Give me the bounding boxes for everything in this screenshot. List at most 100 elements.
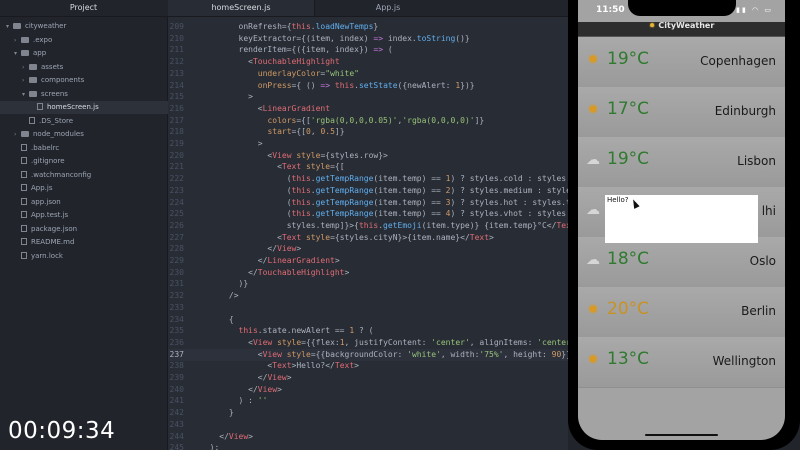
line-number: 239 [169,373,184,382]
code-line[interactable]: 213 underlayColor="white" [168,68,568,80]
tree-item[interactable]: yarn.lock [0,250,181,263]
line-number: 231 [169,279,184,289]
code-line[interactable]: 243 [168,419,568,431]
code-line[interactable]: 225 (this.getTempRange(item.temp) == 4) … [168,208,568,220]
code-line[interactable]: 209 onRefresh={this.loadNewTemps} [168,21,568,33]
code-line[interactable]: 214 onPress={ () => this.setState({newAl… [168,80,568,92]
code-text: styles.temp]}>{this.getEmoji(item.type)}… [200,220,568,230]
code-text: </View> [200,431,253,441]
code-line[interactable]: 240 </View> [168,384,568,396]
tree-item[interactable]: package.json [0,223,181,236]
city-row[interactable]: ☁ 18°C Oslo [578,237,785,288]
folder-icon [29,90,37,97]
line-number: 232 [169,291,184,301]
file-icon [21,143,27,151]
file-icon [21,211,27,218]
code-line[interactable]: 217 colors={['rgba(0,0,0,0.05)','rgba(0,… [168,115,568,127]
line-number: 245 [169,443,184,450]
code-line[interactable]: 215 > [168,91,568,103]
code-text: </View> [200,244,302,254]
code-line[interactable]: 241 ) : '' [168,395,568,407]
line-number: 228 [169,244,184,254]
line-number: 229 [169,256,184,265]
tree-item[interactable]: ▾ screens [0,88,189,101]
line-number: 234 [169,314,184,324]
home-indicator[interactable] [645,434,718,436]
line-number: 225 [169,209,184,219]
tree-item[interactable]: ▾ cityweather [0,20,173,33]
file-icon [29,116,35,124]
code-line[interactable]: 228 </View> [168,243,568,255]
tree-item[interactable]: › assets [0,61,189,74]
city-row[interactable]: ☁ 19°C Lisbon [578,137,785,188]
code-line[interactable]: 224 (this.getTempRange(item.temp) == 3) … [168,197,568,209]
code-line[interactable]: 216 <LinearGradient [168,103,568,115]
line-number: 242 [169,408,184,418]
file-icon [21,238,27,245]
code-line[interactable]: 232 /> [168,290,568,302]
code-line[interactable]: 230 </TouchableHighlight> [168,267,568,279]
tree-item[interactable]: › .expo [0,34,181,47]
file-icon [37,103,43,110]
tree-item-label: components [41,76,85,84]
tab-homescreen-js[interactable]: homeScreen.js [168,0,314,16]
code-line[interactable]: 242 } [168,407,568,419]
code-line[interactable]: 229 </LinearGradient> [168,255,568,267]
code-line[interactable]: 234 { [168,314,568,326]
tab-app-js[interactable]: App.js [314,0,461,16]
tree-item[interactable]: README.md [0,236,181,249]
code-line[interactable]: 223 (this.getTempRange(item.temp) == 2) … [168,185,568,197]
city-temp: 17°C [607,99,650,119]
tree-item-label: .DS_Store [39,116,74,125]
code-line[interactable]: 222 (this.getTempRange(item.temp) == 1) … [168,173,568,185]
tree-item-label: package.json [31,224,78,233]
city-row[interactable]: ✹ 17°C Edinburgh [578,87,785,138]
code-editor[interactable]: 209 onRefresh={this.loadNewTemps} 210 key… [168,17,568,450]
code-text: <Text style={[ [200,162,345,172]
app-title: ✹ CityWeather [578,22,785,30]
file-icon [21,251,27,259]
tree-item[interactable]: App.js [0,182,181,195]
code-line[interactable]: 212 <TouchableHighlight [168,56,568,68]
project-tree: ▾ cityweather › .expo ▾ app › assets › components… [0,17,197,450]
code-line[interactable]: 245 ); [168,442,568,450]
tab-project[interactable]: Project [0,0,167,16]
tree-item[interactable]: › components [0,74,189,87]
city-row[interactable]: ✹ 19°C Copenhagen [578,37,785,88]
code-line[interactable]: 221 <Text style={[ [168,161,568,173]
code-line[interactable]: 244 </View> [168,431,568,443]
code-line[interactable]: 218 start={[0, 0.5]} [168,126,568,138]
tree-item-label: App.test.js [31,211,69,219]
code-line[interactable]: 227 <Text style={styles.cityN}>{item.nam… [168,232,568,244]
chevron-down-icon: ▾ [14,50,18,57]
code-line[interactable]: 226 styles.temp]}>{this.getEmoji(item.ty… [168,220,568,232]
tree-item-label: App.js [31,184,53,192]
code-text: </LinearGradient> [200,256,340,265]
tree-item[interactable]: ▾ app [0,47,181,60]
city-row[interactable]: ✹ 13°C Wellington [578,337,785,388]
code-line[interactable]: 239 </View> [168,372,568,384]
code-line[interactable]: 235 this.state.newAlert == 1 ? ( [168,325,568,337]
line-number: 237 [169,349,184,359]
tree-item[interactable]: App.test.js [0,209,181,222]
tree-item[interactable]: .DS_Store [0,115,189,128]
folder-icon [21,36,29,43]
tree-item[interactable]: .gitignore [0,155,181,168]
code-text: (this.getTempRange(item.temp) == 1) ? st… [200,174,568,184]
code-line[interactable]: 237 <View style={{backgroundColor: 'whit… [168,348,568,361]
tree-item[interactable]: .babelrc [0,142,181,155]
line-number: 241 [169,396,184,406]
code-line[interactable]: 220 <View style={styles.row}> [168,150,568,162]
code-line[interactable]: 233 [168,302,568,314]
tree-item[interactable]: › node_modules [0,128,181,141]
code-line[interactable]: 210 keyExtractor={(item, index) => index… [168,33,568,45]
code-line[interactable]: 238 <Text>Hello?</Text> [168,360,568,372]
code-line[interactable]: 219 > [168,138,568,150]
code-line[interactable]: 231 )} [168,278,568,290]
code-line[interactable]: 211 renderItem={({item, index}) => ( [168,44,568,56]
code-text: </TouchableHighlight> [200,267,350,277]
city-row[interactable]: ✹ 20°C Berlin [578,287,785,338]
tree-item[interactable]: .watchmanconfig [0,169,181,182]
code-line[interactable]: 236 <View style={{flex:1, justifyContent… [168,337,568,349]
tree-item[interactable]: app.json [0,196,181,209]
